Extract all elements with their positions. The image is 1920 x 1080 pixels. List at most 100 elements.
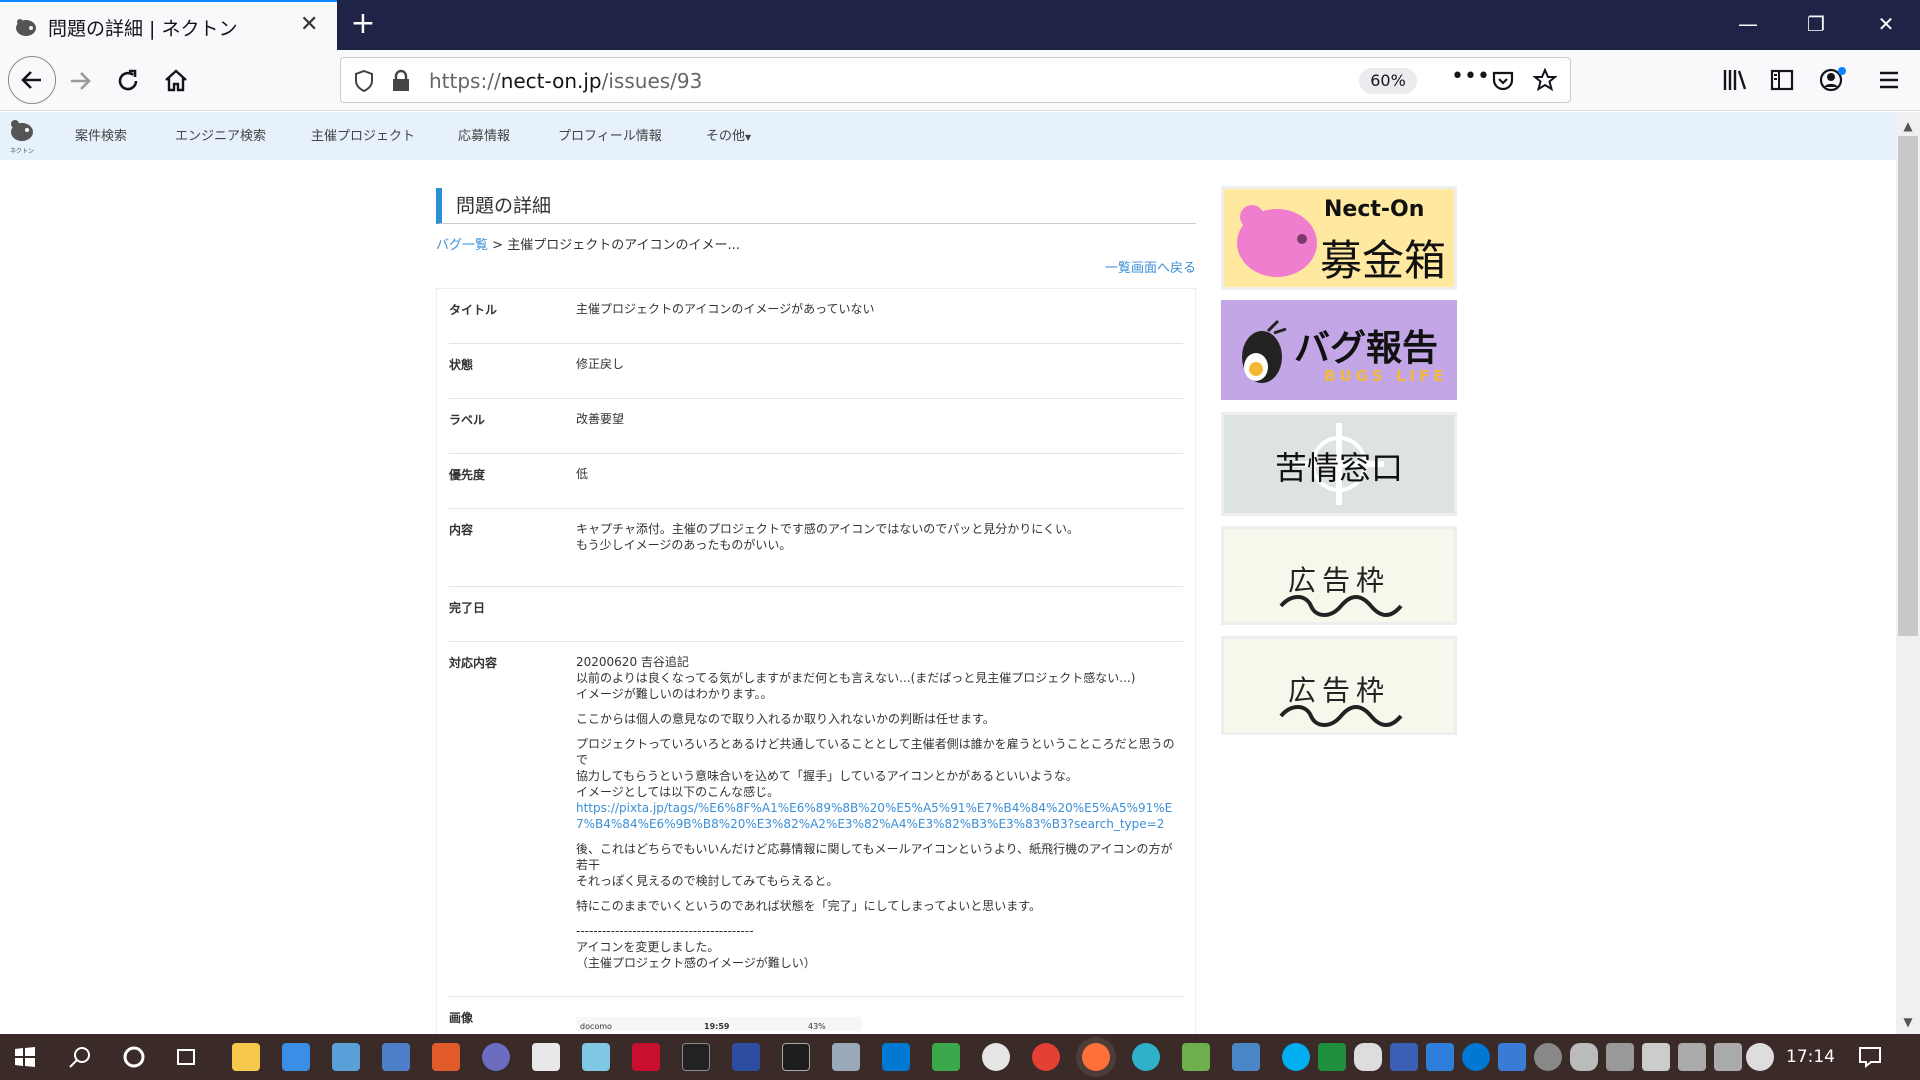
scroll-down-icon[interactable]: ▼ — [1896, 1012, 1920, 1032]
cortana-icon[interactable] — [122, 1045, 146, 1069]
bluetooth-icon[interactable] — [1462, 1043, 1490, 1071]
scrollbar-thumb[interactable] — [1898, 136, 1918, 636]
pocket-icon[interactable] — [1491, 69, 1515, 93]
store-icon[interactable] — [282, 1043, 310, 1071]
phone-battery: 43% — [808, 1022, 826, 1031]
new-tab-icon[interactable]: + — [348, 9, 378, 39]
app-icon-17[interactable] — [1570, 1043, 1598, 1071]
complaint-window-banner[interactable]: 苦情窓口 — [1221, 412, 1457, 516]
app-icon-1[interactable] — [332, 1043, 360, 1071]
completed-date-label: 完了日 — [449, 601, 486, 615]
task-view-icon[interactable] — [174, 1045, 198, 1069]
row-priority: 優先度 低 — [449, 454, 1183, 509]
restore-icon[interactable]: ❐ — [1796, 10, 1836, 38]
account-icon[interactable] — [1818, 66, 1846, 94]
nav-project-search[interactable]: 案件検索 — [75, 125, 127, 144]
forward-button[interactable] — [58, 59, 102, 103]
hamburger-menu-icon[interactable] — [1878, 69, 1900, 91]
home-icon — [165, 69, 187, 92]
reload-icon — [118, 69, 138, 91]
minimize-icon[interactable]: — — [1728, 10, 1768, 38]
browser-tab[interactable]: 問題の詳細 | ネクトン ✕ — [0, 0, 337, 50]
app-icon-11[interactable] — [1182, 1043, 1210, 1071]
app-icon-8[interactable] — [782, 1043, 810, 1071]
itunes-icon[interactable] — [982, 1043, 1010, 1071]
scroll-up-icon[interactable]: ▲ — [1896, 116, 1920, 136]
mail-icon[interactable] — [882, 1043, 910, 1071]
tab-close-icon[interactable]: ✕ — [300, 14, 318, 36]
nav-other-dropdown[interactable]: その他▼ — [706, 125, 751, 144]
pixta-reference-link[interactable]: https://pixta.jp/tags/%E6%8F%A1%E6%89%8B… — [576, 801, 1172, 831]
breadcrumb-current: 主催プロジェクトのアイコンのイメー... — [507, 238, 740, 253]
library-icon[interactable] — [1722, 68, 1748, 92]
site-logo[interactable]: ネクトン — [8, 118, 36, 155]
nav-hosted-projects[interactable]: 主催プロジェクト — [311, 125, 415, 144]
swirl-ornament-icon — [1279, 705, 1403, 727]
banner-bugs-life-text: BUGS LIFE — [1324, 367, 1448, 385]
app-icon-9[interactable] — [832, 1043, 860, 1071]
app-icon-2[interactable] — [382, 1043, 410, 1071]
tracking-shield-icon[interactable] — [353, 69, 375, 93]
site-favicon-icon — [16, 19, 36, 36]
wifi-icon[interactable] — [1714, 1043, 1742, 1071]
search-icon[interactable] — [68, 1045, 92, 1069]
lock-icon[interactable] — [391, 69, 411, 93]
home-button[interactable] — [154, 59, 198, 103]
network-error-icon[interactable] — [1746, 1043, 1774, 1071]
action-center-icon[interactable] — [1858, 1046, 1882, 1068]
breadcrumb-bug-list-link[interactable]: バグ一覧 — [436, 238, 488, 253]
window-close-icon[interactable]: ✕ — [1866, 10, 1906, 38]
windows-start-icon[interactable] — [14, 1046, 36, 1068]
zoom-indicator[interactable]: 60% — [1359, 68, 1417, 94]
app-icon-5[interactable] — [582, 1043, 610, 1071]
app-icon-4[interactable] — [532, 1043, 560, 1071]
breadcrumb: バグ一覧 > 主催プロジェクトのアイコンのイメー... — [436, 238, 740, 253]
phone-status-bar: docomo 19:59 43% — [576, 1017, 861, 1031]
windows-taskbar: 17:14 — [0, 1034, 1920, 1080]
ad-slot-banner-1[interactable]: 広告枠 — [1221, 526, 1457, 625]
edge-icon[interactable] — [1132, 1043, 1160, 1071]
url-text[interactable]: https://nect-on.jp/issues/93 — [429, 69, 702, 93]
app-icon-12[interactable] — [1232, 1043, 1260, 1071]
chrome-icon[interactable] — [1032, 1043, 1060, 1071]
back-to-list-link[interactable]: 一覧画面へ戻る — [436, 257, 1196, 276]
terminal-icon[interactable] — [682, 1043, 710, 1071]
nav-applications[interactable]: 応募情報 — [458, 125, 510, 144]
battery-icon[interactable] — [1642, 1043, 1670, 1071]
volume-icon[interactable] — [1678, 1043, 1706, 1071]
firefox-icon[interactable] — [1082, 1043, 1110, 1071]
bug-report-banner[interactable]: バグ報告 BUGS LIFE — [1221, 300, 1457, 400]
reload-button[interactable] — [106, 59, 150, 103]
address-bar[interactable]: https://nect-on.jp/issues/93 60% ••• — [340, 57, 1571, 103]
app-icon-10[interactable] — [932, 1043, 960, 1071]
security-icon[interactable] — [1318, 1043, 1346, 1071]
file-explorer-icon[interactable] — [232, 1043, 260, 1071]
row-content: 内容 キャプチャ添付。主催のプロジェクトです感のアイコンではないのでパッと見分か… — [449, 509, 1183, 587]
app-icon-16[interactable] — [1534, 1043, 1562, 1071]
back-button[interactable] — [8, 56, 56, 104]
page-actions-icon[interactable]: ••• — [1451, 64, 1490, 89]
bookmark-star-icon[interactable] — [1533, 68, 1557, 92]
matlab-icon[interactable] — [432, 1043, 460, 1071]
response-label: 対応内容 — [449, 656, 498, 670]
taskbar-clock[interactable]: 17:14 — [1786, 1047, 1835, 1067]
onedrive-icon[interactable] — [1354, 1043, 1382, 1071]
display-icon[interactable] — [1606, 1043, 1634, 1071]
sidebar-toggle-icon[interactable] — [1770, 68, 1794, 92]
nav-engineer-search[interactable]: エンジニア検索 — [175, 125, 266, 144]
response-value: 20200620 吉谷追記 以前のよりは良くなってる気がしますがまだ何とも言えない… — [576, 655, 1175, 970]
issue-detail-table: タイトル 主催プロジェクトのアイコンのイメージがあっていない 状態 修正戻し ラ… — [436, 288, 1196, 1053]
skype-icon[interactable] — [1282, 1043, 1310, 1071]
app-icon-6[interactable] — [632, 1043, 660, 1071]
nav-profile[interactable]: プロフィール情報 — [558, 125, 662, 144]
app-icon-15[interactable] — [1498, 1043, 1526, 1071]
app-icon-14[interactable] — [1426, 1043, 1454, 1071]
page-scrollbar[interactable]: ▲ ▼ — [1896, 112, 1920, 1034]
app-icon-13[interactable] — [1390, 1043, 1418, 1071]
app-icon-7[interactable] — [732, 1043, 760, 1071]
app-icon-3[interactable] — [482, 1043, 510, 1071]
donation-box-banner[interactable]: Nect-On 募金箱 — [1221, 186, 1457, 290]
browser-toolbar: https://nect-on.jp/issues/93 60% ••• — [0, 50, 1920, 111]
ad-slot-banner-2[interactable]: 広告枠 — [1221, 636, 1457, 735]
row-response: 対応内容 20200620 吉谷追記 以前のよりは良くなってる気がしますがまだ何と… — [449, 642, 1183, 997]
